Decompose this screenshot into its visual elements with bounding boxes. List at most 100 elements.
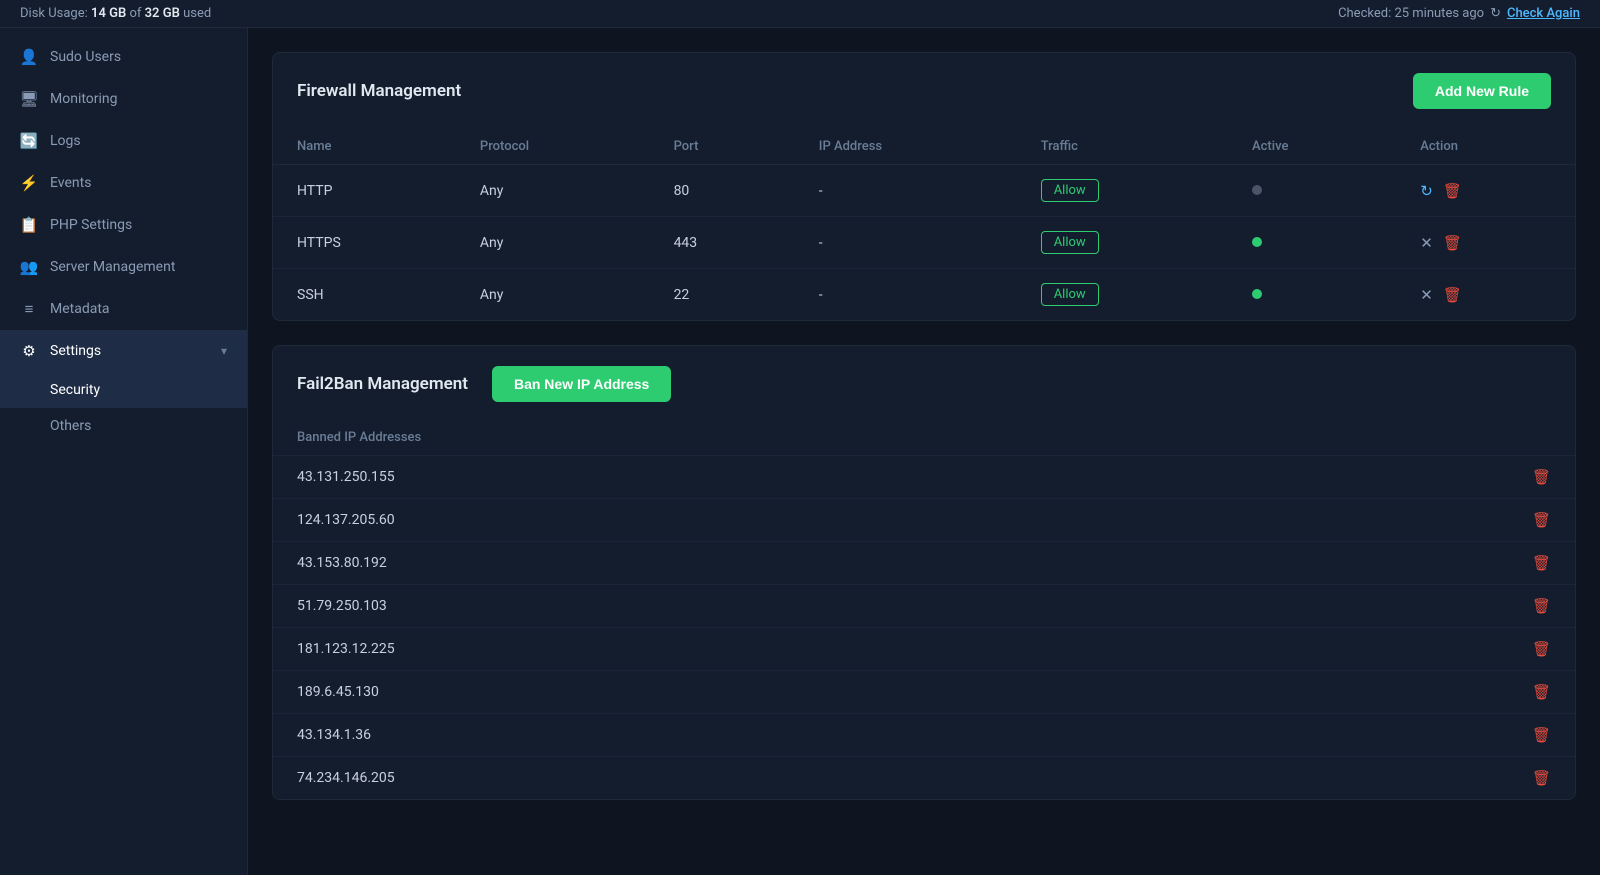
rule-name: HTTPS: [273, 217, 456, 269]
fail2ban-header: Fail2Ban Management Ban New IP Address: [273, 346, 1575, 422]
logs-icon: 🔄: [20, 132, 38, 150]
sidebar-label-logs: Logs: [50, 133, 81, 149]
firewall-table: Name Protocol Port IP Address Traffic Ac…: [273, 129, 1575, 320]
firewall-row: HTTP Any 80 - Allow ↻ 🗑: [273, 165, 1575, 217]
server-management-icon: 👥: [20, 258, 38, 276]
unban-ip-icon[interactable]: 🗑: [1532, 683, 1551, 701]
rule-port: 22: [650, 269, 795, 321]
banned-ip-row: 43.131.250.155 🗑: [273, 455, 1575, 498]
unban-ip-icon[interactable]: 🗑: [1532, 726, 1551, 744]
rule-active: [1228, 269, 1396, 321]
banned-ip-list: 43.131.250.155 🗑 124.137.205.60 🗑 43.153…: [273, 455, 1575, 799]
rule-port: 80: [650, 165, 795, 217]
banned-ip-address: 189.6.45.130: [297, 684, 379, 700]
layout: 👤 Sudo Users 🖥 Monitoring 🔄 Logs ⚡ Event…: [0, 28, 1600, 875]
banned-ip-row: 51.79.250.103 🗑: [273, 584, 1575, 627]
unban-ip-icon[interactable]: 🗑: [1532, 769, 1551, 787]
sidebar-label-settings: Settings: [50, 343, 101, 359]
rule-traffic[interactable]: Allow: [1017, 165, 1228, 217]
col-active: Active: [1228, 129, 1396, 165]
ban-new-ip-button[interactable]: Ban New IP Address: [492, 366, 671, 402]
firewall-card: Firewall Management Add New Rule Name Pr…: [272, 52, 1576, 321]
banned-ip-address: 181.123.12.225: [297, 641, 395, 657]
sidebar-item-settings[interactable]: ⚙ Settings ▾: [0, 330, 247, 372]
rule-name: HTTP: [273, 165, 456, 217]
action-icons: ✕ 🗑: [1420, 286, 1551, 304]
banned-ip-row: 74.234.146.205 🗑: [273, 756, 1575, 799]
banned-ip-address: 43.131.250.155: [297, 469, 395, 485]
rule-active: [1228, 217, 1396, 269]
firewall-card-header: Firewall Management Add New Rule: [273, 53, 1575, 129]
col-ip-address: IP Address: [795, 129, 1017, 165]
sidebar-label-php-settings: PHP Settings: [50, 217, 132, 233]
delete-rule-icon[interactable]: 🗑: [1443, 182, 1462, 200]
sidebar-item-php-settings[interactable]: 📋 PHP Settings: [0, 204, 247, 246]
unban-ip-icon[interactable]: 🗑: [1532, 554, 1551, 572]
add-new-rule-button[interactable]: Add New Rule: [1413, 73, 1551, 109]
events-icon: ⚡: [20, 174, 38, 192]
banned-ips-label: Banned IP Addresses: [273, 422, 1575, 455]
sidebar-item-monitoring[interactable]: 🖥 Monitoring: [0, 78, 247, 120]
rule-protocol: Any: [456, 165, 650, 217]
check-again-button[interactable]: Check Again: [1507, 6, 1580, 21]
rule-traffic[interactable]: Allow: [1017, 217, 1228, 269]
col-port: Port: [650, 129, 795, 165]
rule-action: ↻ 🗑: [1396, 165, 1575, 217]
delete-rule-icon[interactable]: 🗑: [1443, 286, 1462, 304]
unban-ip-icon[interactable]: 🗑: [1532, 640, 1551, 658]
unban-ip-icon[interactable]: 🗑: [1532, 597, 1551, 615]
sidebar: 👤 Sudo Users 🖥 Monitoring 🔄 Logs ⚡ Event…: [0, 28, 248, 875]
disk-usage-text: Disk Usage: 14 GB of 32 GB used: [20, 6, 211, 21]
delete-rule-icon[interactable]: 🗑: [1443, 234, 1462, 252]
active-dot: [1252, 289, 1262, 299]
sidebar-label-metadata: Metadata: [50, 301, 110, 317]
unban-ip-icon[interactable]: 🗑: [1532, 511, 1551, 529]
top-bar: Disk Usage: 14 GB of 32 GB used Checked:…: [0, 0, 1600, 28]
firewall-row: HTTPS Any 443 - Allow ✕ 🗑: [273, 217, 1575, 269]
firewall-table-header-row: Name Protocol Port IP Address Traffic Ac…: [273, 129, 1575, 165]
firewall-row: SSH Any 22 - Allow ✕ 🗑: [273, 269, 1575, 321]
sidebar-label-sudo-users: Sudo Users: [50, 49, 121, 65]
col-traffic: Traffic: [1017, 129, 1228, 165]
rule-ip: -: [795, 165, 1017, 217]
active-dot: [1252, 237, 1262, 247]
sidebar-label-server-management: Server Management: [50, 259, 175, 275]
checked-label: Checked: 25 minutes ago: [1338, 6, 1484, 21]
disk-total-value: 32 GB: [145, 6, 180, 21]
rule-action: ✕ 🗑: [1396, 269, 1575, 321]
close-rule-icon[interactable]: ✕: [1420, 286, 1433, 304]
rule-protocol: Any: [456, 217, 650, 269]
action-icons: ↻ 🗑: [1420, 182, 1551, 200]
refresh-rule-icon[interactable]: ↻: [1420, 182, 1433, 200]
close-rule-icon[interactable]: ✕: [1420, 234, 1433, 252]
sidebar-item-events[interactable]: ⚡ Events: [0, 162, 247, 204]
settings-icon: ⚙: [20, 342, 38, 360]
sidebar-subitem-security[interactable]: Security: [0, 372, 247, 408]
unban-ip-icon[interactable]: 🗑: [1532, 468, 1551, 486]
col-protocol: Protocol: [456, 129, 650, 165]
sidebar-item-sudo-users[interactable]: 👤 Sudo Users: [0, 36, 247, 78]
banned-ip-address: 43.153.80.192: [297, 555, 387, 571]
sudo-users-icon: 👤: [20, 48, 38, 66]
action-icons: ✕ 🗑: [1420, 234, 1551, 252]
banned-ip-row: 181.123.12.225 🗑: [273, 627, 1575, 670]
rule-traffic[interactable]: Allow: [1017, 269, 1228, 321]
rule-port: 443: [650, 217, 795, 269]
rule-name: SSH: [273, 269, 456, 321]
rule-action: ✕ 🗑: [1396, 217, 1575, 269]
disk-used-value: 14 GB: [91, 6, 126, 21]
sidebar-item-server-management[interactable]: 👥 Server Management: [0, 246, 247, 288]
col-action: Action: [1396, 129, 1575, 165]
monitoring-icon: 🖥: [20, 90, 38, 108]
disk-usage-label: Disk Usage:: [20, 6, 88, 21]
banned-ip-row: 124.137.205.60 🗑: [273, 498, 1575, 541]
sidebar-subitem-security-label: Security: [50, 382, 100, 398]
php-settings-icon: 📋: [20, 216, 38, 234]
sidebar-subitem-others[interactable]: Others: [0, 408, 247, 444]
firewall-title: Firewall Management: [297, 81, 461, 101]
sidebar-item-metadata[interactable]: ≡ Metadata: [0, 288, 247, 330]
banned-ip-row: 189.6.45.130 🗑: [273, 670, 1575, 713]
rule-ip: -: [795, 217, 1017, 269]
sidebar-item-logs[interactable]: 🔄 Logs: [0, 120, 247, 162]
sidebar-subitem-others-label: Others: [50, 418, 91, 434]
